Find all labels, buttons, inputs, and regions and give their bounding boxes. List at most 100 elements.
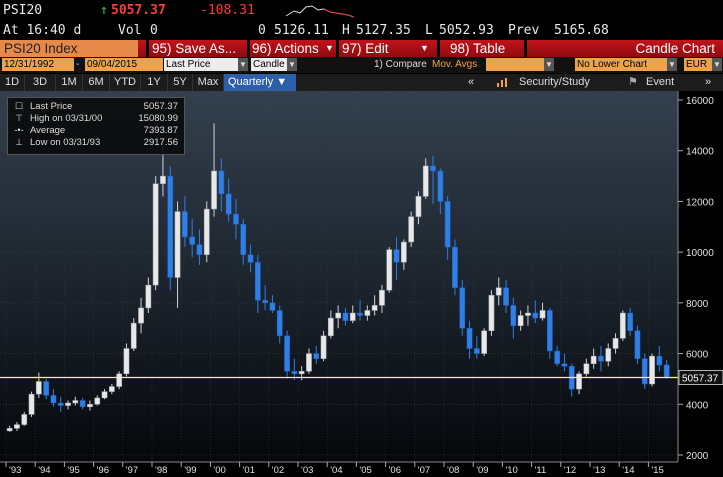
- candle: [641, 353, 648, 390]
- lower-chart-select[interactable]: No Lower Chart: [575, 58, 667, 71]
- compare-box[interactable]: [486, 58, 544, 71]
- actions-menu[interactable]: 96) Actions: [252, 40, 319, 57]
- candle-body: [138, 307, 144, 324]
- x-tick-label: '01: [243, 465, 255, 476]
- candle-body: [474, 348, 480, 354]
- candle-body: [130, 322, 137, 349]
- candle-body: [6, 428, 13, 432]
- volume-value: 0: [150, 23, 158, 38]
- candle: [452, 239, 458, 296]
- open-label: 0: [258, 23, 266, 38]
- candle: [386, 247, 393, 293]
- candle-body: [174, 211, 181, 278]
- price-field-select[interactable]: Last Price: [164, 58, 244, 71]
- candle-body: [145, 284, 152, 309]
- scroll-forward-icon[interactable]: »: [705, 74, 711, 91]
- period-6m[interactable]: 6M: [83, 74, 110, 91]
- legend-toggle-icon[interactable]: ☐: [12, 101, 26, 112]
- period-1y[interactable]: 1Y: [141, 74, 168, 91]
- candle: [167, 165, 174, 291]
- compare-value[interactable]: Mov. Avgs: [432, 59, 477, 70]
- period-max[interactable]: Max: [193, 74, 224, 91]
- candle: [130, 318, 137, 352]
- x-tick-label: '14: [622, 465, 634, 476]
- candle-body: [663, 364, 670, 378]
- candle-body: [328, 317, 334, 337]
- compare-dropdown-icon[interactable]: ▼: [544, 58, 554, 71]
- currency-select[interactable]: EUR: [684, 58, 714, 71]
- x-tick-label: '95: [67, 465, 79, 476]
- ticker[interactable]: PSI20: [3, 3, 42, 18]
- y-tick-label: 14000: [686, 147, 714, 158]
- candle-body: [298, 371, 305, 375]
- security-study-button[interactable]: Security/Study: [519, 74, 590, 91]
- legend-low-value: 2917.56: [143, 137, 178, 148]
- candle-body: [94, 397, 101, 405]
- save-as-button[interactable]: 95) Save As...: [152, 40, 236, 57]
- y-tick-label: 8000: [686, 299, 709, 310]
- candle-body: [291, 371, 298, 375]
- period-1m[interactable]: 1M: [56, 74, 83, 91]
- x-tick-label: '08: [447, 465, 459, 476]
- start-date-field[interactable]: 12/31/1992: [2, 58, 74, 71]
- period-1d[interactable]: 1D: [0, 74, 25, 91]
- period-5y[interactable]: 5Y: [168, 74, 193, 91]
- high-marker-icon: ⊤: [15, 113, 23, 123]
- last-price-tag-label: 5057.37: [682, 373, 719, 384]
- x-tick-label: '99: [184, 465, 196, 476]
- candle: [634, 325, 641, 364]
- legend[interactable]: ☐ Last Price 5057.37 ⊤ High on 03/31/00 …: [7, 97, 185, 155]
- candle-body: [160, 175, 166, 184]
- lower-chart-dropdown-icon[interactable]: ▼: [667, 58, 677, 71]
- y-tick-label: 10000: [686, 248, 714, 259]
- candle-body: [547, 310, 553, 352]
- x-tick-label: '04: [330, 465, 342, 476]
- candle-body: [408, 216, 414, 243]
- candle-body: [605, 348, 612, 362]
- candle-body: [510, 305, 517, 326]
- open-value: 5126.11: [274, 23, 329, 38]
- candle-body: [203, 208, 210, 255]
- table-button[interactable]: 98) Table: [450, 40, 505, 57]
- candle: [481, 328, 487, 357]
- x-tick-label: '10: [505, 465, 517, 476]
- chart-type-label: Candle Chart: [635, 41, 715, 56]
- security-title[interactable]: PSI20 Index: [0, 40, 138, 57]
- compare-label[interactable]: 1) Compare: [374, 59, 427, 70]
- currency-dropdown-icon[interactable]: ▼: [712, 58, 722, 71]
- candle: [152, 176, 159, 291]
- x-tick-label: '00: [213, 465, 225, 476]
- candle-body: [481, 330, 487, 354]
- period-3d[interactable]: 3D: [25, 74, 56, 91]
- frequency-select[interactable]: Quarterly ▼: [224, 74, 296, 91]
- candle-body: [393, 249, 400, 263]
- menu-bar: PSI20 Index 95) Save As... 96) Actions ▼…: [0, 40, 723, 57]
- chart-style-select[interactable]: Candle: [251, 58, 287, 71]
- edit-menu[interactable]: 97) Edit: [342, 40, 389, 57]
- actions-dropdown-icon[interactable]: ▼: [325, 40, 334, 57]
- candle-body: [466, 327, 473, 349]
- period-ytd[interactable]: YTD: [110, 74, 141, 91]
- candle-body: [371, 305, 378, 311]
- end-date-field[interactable]: 09/04/2015: [85, 58, 163, 71]
- security-study-icon[interactable]: [496, 77, 508, 88]
- candle-body: [459, 287, 466, 329]
- y-tick-label: 16000: [686, 96, 714, 107]
- candle-body: [306, 353, 312, 372]
- chart-style-dropdown-icon[interactable]: ▼: [287, 58, 297, 71]
- controls-bar: 12/31/1992 - 09/04/2015 Last Price ▼ Can…: [0, 57, 723, 73]
- scroll-back-icon[interactable]: «: [468, 74, 474, 91]
- candle-body: [233, 213, 239, 225]
- candle-body: [422, 165, 429, 197]
- price-field-dropdown-icon[interactable]: ▼: [238, 58, 248, 71]
- x-tick-label: '15: [651, 465, 663, 476]
- legend-low-label: Low on 03/31/93: [30, 137, 101, 148]
- event-flag-icon[interactable]: ⚑: [628, 74, 638, 91]
- edit-dropdown-icon[interactable]: ▼: [420, 40, 429, 57]
- candle-body: [211, 170, 217, 210]
- candle-body: [590, 355, 597, 364]
- candle-body: [495, 287, 502, 296]
- event-button[interactable]: Event: [646, 74, 674, 91]
- x-tick-label: '13: [593, 465, 605, 476]
- candle-body: [364, 310, 371, 316]
